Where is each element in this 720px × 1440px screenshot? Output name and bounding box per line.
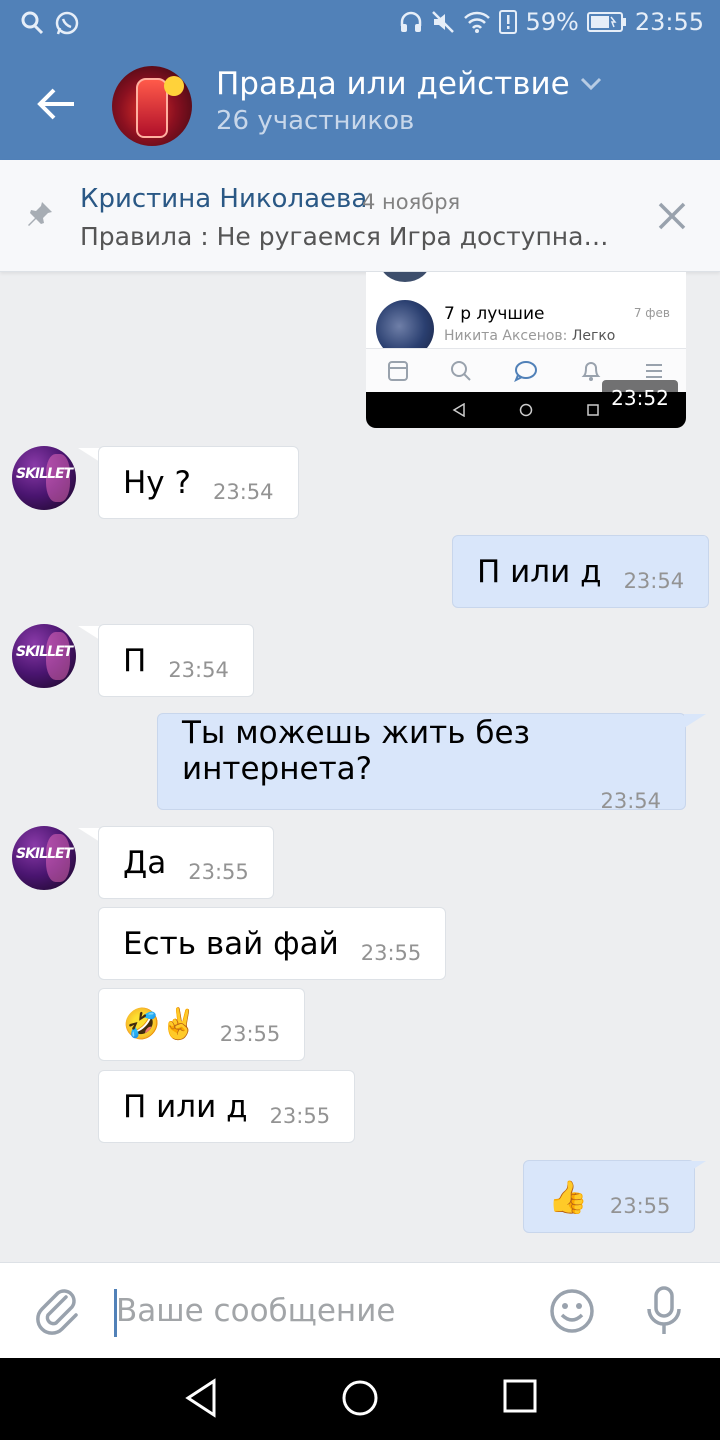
pinned-message[interactable] xyxy=(0,160,720,272)
close-icon[interactable] xyxy=(654,198,690,234)
battery-percent: 59% xyxy=(525,8,579,36)
message-bubble[interactable]: Ну ? 23:54 xyxy=(98,446,299,519)
pin-icon xyxy=(28,202,52,226)
bubble-tail xyxy=(78,448,100,462)
message-text: П или д xyxy=(123,1088,248,1125)
bubble-tail xyxy=(78,626,100,640)
message-time: 23:54 xyxy=(600,788,661,813)
shot-avatar-top xyxy=(380,272,430,282)
message-text: Да xyxy=(123,844,167,881)
microphone-icon[interactable] xyxy=(644,1285,684,1337)
sender-avatar[interactable]: SKILLET xyxy=(12,624,76,688)
bubble-tail xyxy=(684,714,706,728)
bubble-tail xyxy=(684,536,706,550)
menu-icon xyxy=(646,363,663,378)
message-text: Ты можешь жить без интернета? xyxy=(182,714,531,787)
search-icon xyxy=(21,11,44,35)
shot-preview-author: Никита Аксенов: xyxy=(444,328,568,344)
shot-preview-text: Легко xyxy=(571,328,616,344)
clock: 23:55 xyxy=(634,8,704,36)
news-icon xyxy=(387,360,408,381)
message-time: 23:55 xyxy=(360,940,422,965)
chat-title[interactable]: Правда или действие xyxy=(216,66,602,102)
avatar-smiley xyxy=(164,76,184,96)
participant-count: 26 участников xyxy=(216,106,415,136)
pinned-date: 4 ноября xyxy=(362,190,461,214)
message-time: 23:54 xyxy=(623,568,685,593)
battery-icon xyxy=(586,12,626,32)
chat-avatar[interactable] xyxy=(112,66,192,146)
nav-back-icon[interactable] xyxy=(184,1378,218,1418)
avatar-logo: SKILLET xyxy=(16,466,73,482)
message-text: Ну ? xyxy=(123,464,191,501)
avatar-logo: SKILLET xyxy=(16,644,73,660)
bell-icon xyxy=(581,361,600,381)
nav-home-icon[interactable] xyxy=(340,1378,380,1418)
messages-icon xyxy=(514,360,537,382)
whatsapp-icon xyxy=(55,11,79,35)
nav-back-icon xyxy=(452,403,466,417)
nav-recent-icon[interactable] xyxy=(502,1378,538,1414)
chat-title-text: Правда или действие xyxy=(216,66,570,102)
shot-chat-name: 7 р лучшие xyxy=(444,304,545,324)
message-time: 23:54 xyxy=(168,657,229,682)
image-time: 23:52 xyxy=(602,380,678,416)
message-bubble[interactable]: П или д 23:54 xyxy=(452,535,710,608)
sim-alert-icon xyxy=(499,10,518,34)
message-bubble[interactable]: 👍 23:55 xyxy=(523,1160,696,1233)
headphones-icon xyxy=(401,11,422,32)
mute-icon xyxy=(432,11,455,33)
system-nav-bar xyxy=(0,1358,720,1440)
search-icon xyxy=(451,360,472,381)
nav-home-icon xyxy=(519,403,533,417)
message-input[interactable]: Ваше сообщение xyxy=(116,1293,395,1329)
status-bar: 59% 23:55 xyxy=(0,0,720,50)
message-text: П xyxy=(123,642,147,679)
message-time: 23:55 xyxy=(188,859,249,884)
sender-avatar[interactable]: SKILLET xyxy=(12,826,76,890)
chevron-down-icon xyxy=(580,77,601,91)
avatar-logo: SKILLET xyxy=(16,846,73,862)
pinned-text: Правила : Не ругаемся Игра доступна… xyxy=(80,222,609,251)
message-bubble[interactable]: 🤣✌️ 23:55 xyxy=(98,988,306,1061)
bubble-tail xyxy=(78,828,100,842)
message-bubble[interactable]: Да 23:55 xyxy=(98,826,274,899)
shot-preview: Никита Аксенов: Легко xyxy=(444,328,615,344)
message-bubble[interactable]: Ты можешь жить без интернета? 23:54 xyxy=(157,713,686,813)
back-arrow-icon[interactable] xyxy=(34,82,78,126)
paperclip-icon[interactable] xyxy=(36,1287,80,1335)
message-bubble[interactable]: П 23:54 xyxy=(98,624,254,697)
nav-recent-icon xyxy=(586,404,599,416)
message-text: П или д xyxy=(477,553,602,590)
bubble-tail xyxy=(684,1161,706,1175)
message-bubble[interactable]: П или д 23:55 xyxy=(98,1070,356,1143)
pinned-author[interactable]: Кристина Николаева xyxy=(80,184,367,214)
emoji-icon[interactable] xyxy=(548,1287,596,1335)
shot-chat-date: 7 фев xyxy=(633,306,670,320)
message-time: 23:55 xyxy=(609,1193,671,1218)
message-text: 👍 xyxy=(548,1177,588,1216)
wifi-icon xyxy=(464,11,491,33)
sender-avatar[interactable]: SKILLET xyxy=(12,446,76,510)
message-composer: Ваше сообщение xyxy=(0,1262,720,1358)
message-bubble[interactable]: Есть вай фай 23:55 xyxy=(98,907,447,980)
message-time: 23:55 xyxy=(269,1103,331,1128)
message-time: 23:55 xyxy=(219,1021,281,1046)
message-time: 23:54 xyxy=(212,479,274,504)
message-text: Есть вай фай xyxy=(123,925,339,962)
image-attachment[interactable]: 7 р лучшие 7 фев Никита Аксенов: Легко 2… xyxy=(366,272,686,428)
message-text: 🤣✌️ xyxy=(123,1007,198,1042)
